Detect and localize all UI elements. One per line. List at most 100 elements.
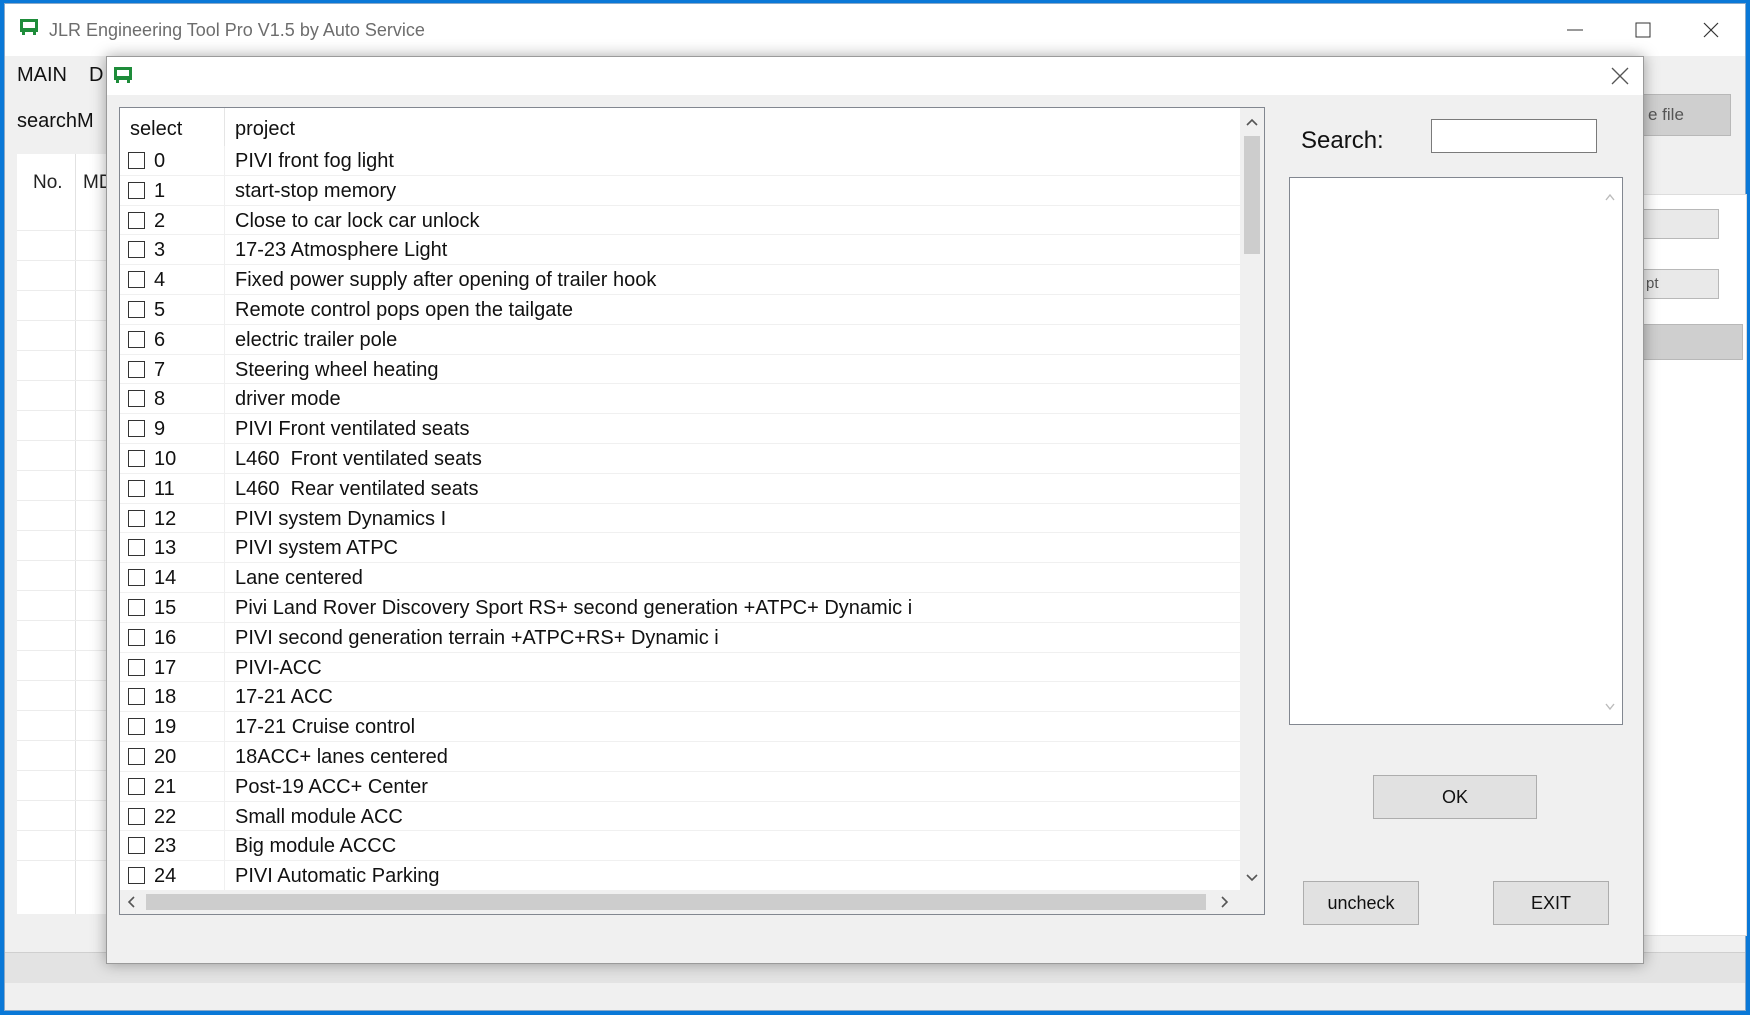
- list-row[interactable]: 12 PIVI system Dynamics I: [120, 503, 1240, 534]
- list-row[interactable]: 7 Steering wheel heating: [120, 354, 1240, 385]
- row-checkbox[interactable]: [128, 300, 145, 318]
- list-row[interactable]: 10 L460 Front ventilated seats: [120, 443, 1240, 474]
- row-checkbox[interactable]: [128, 569, 145, 587]
- column-divider: [224, 108, 225, 146]
- list-row[interactable]: 5 Remote control pops open the tailgate: [120, 294, 1240, 325]
- list-row[interactable]: 22 Small module ACC: [120, 801, 1240, 832]
- row-number: 5: [154, 298, 166, 321]
- list-row[interactable]: 8 driver mode: [120, 384, 1240, 415]
- row-checkbox[interactable]: [128, 420, 145, 438]
- row-checkbox[interactable]: [128, 718, 145, 736]
- row-checkbox[interactable]: [128, 658, 145, 676]
- row-number: 8: [154, 388, 166, 411]
- row-checkbox[interactable]: [128, 837, 145, 855]
- column-header-project[interactable]: project: [235, 118, 295, 141]
- column-divider: [224, 503, 225, 533]
- row-checkbox[interactable]: [128, 271, 145, 289]
- minimize-icon: [1567, 29, 1583, 31]
- row-checkbox[interactable]: [128, 509, 145, 527]
- list-row[interactable]: 17 PIVI-ACC: [120, 652, 1240, 683]
- exit-button[interactable]: EXIT: [1493, 881, 1609, 925]
- list-row[interactable]: 13 PIVI system ATPC: [120, 533, 1240, 564]
- list-row[interactable]: 4 Fixed power supply after opening of tra…: [120, 265, 1240, 295]
- horizontal-scrollbar[interactable]: [120, 890, 1240, 914]
- list-row[interactable]: 23 Big module ACCC: [120, 831, 1240, 862]
- list-row[interactable]: 24 PIVI Automatic Parking: [120, 861, 1240, 891]
- list-row[interactable]: 21 Post-19 ACC+ Center: [120, 771, 1240, 802]
- row-checkbox[interactable]: [128, 449, 145, 467]
- column-header-select[interactable]: select: [130, 118, 182, 141]
- grid-line: [17, 680, 107, 681]
- list-row[interactable]: 18 17-21 ACC: [120, 682, 1240, 713]
- row-number: 23: [154, 835, 177, 858]
- project-list[interactable]: select project 0 PIVI front fog light 1 st…: [119, 107, 1265, 915]
- grid-line: [17, 380, 107, 381]
- list-row[interactable]: 1 start-stop memory: [120, 175, 1240, 206]
- row-checkbox[interactable]: [128, 777, 145, 795]
- background-button[interactable]: [1635, 209, 1719, 239]
- horizontal-scroll-thumb[interactable]: [146, 894, 1206, 910]
- row-checkbox[interactable]: [128, 539, 145, 557]
- row-checkbox[interactable]: [128, 807, 145, 825]
- scroll-left-icon[interactable]: [126, 895, 136, 914]
- row-checkbox[interactable]: [128, 747, 145, 765]
- list-row[interactable]: 20 18ACC+ lanes centered: [120, 741, 1240, 772]
- scroll-up-icon[interactable]: [1245, 114, 1259, 132]
- row-project: PIVI front fog light: [235, 150, 394, 172]
- grid-line: [17, 350, 107, 351]
- row-project: Big module ACCC: [235, 835, 397, 858]
- row-checkbox[interactable]: [128, 241, 145, 259]
- row-checkbox[interactable]: [128, 330, 145, 348]
- grid-line: [17, 320, 107, 321]
- row-number: 18: [154, 686, 177, 709]
- vertical-scroll-thumb[interactable]: [1244, 136, 1260, 254]
- row-checkbox[interactable]: [128, 867, 145, 885]
- list-row[interactable]: 15 Pivi Land Rover Discovery Sport RS+ se…: [120, 592, 1240, 623]
- list-row[interactable]: 14 Lane centered: [120, 563, 1240, 593]
- row-checkbox[interactable]: [128, 390, 145, 408]
- row-checkbox[interactable]: [128, 152, 145, 169]
- scroll-down-icon[interactable]: [1604, 698, 1616, 716]
- ok-button[interactable]: OK: [1373, 775, 1537, 819]
- maximize-button[interactable]: [1609, 4, 1677, 56]
- row-checkbox[interactable]: [128, 688, 145, 706]
- scroll-up-icon[interactable]: [1604, 188, 1616, 206]
- column-divider: [224, 175, 225, 205]
- row-number: 16: [154, 626, 177, 649]
- row-number: 10: [154, 447, 177, 470]
- list-row[interactable]: 9 PIVI Front ventilated seats: [120, 414, 1240, 444]
- list-row[interactable]: 11 L460 Rear ventilated seats: [120, 473, 1240, 504]
- grid-line: [17, 770, 107, 771]
- menu-second[interactable]: D: [89, 64, 103, 87]
- column-divider: [224, 533, 225, 563]
- list-row[interactable]: 3 17-23 Atmosphere Light: [120, 235, 1240, 266]
- background-button-pt[interactable]: pt: [1635, 269, 1719, 299]
- uncheck-button[interactable]: uncheck: [1303, 881, 1419, 925]
- scroll-right-icon[interactable]: [1220, 895, 1230, 914]
- row-number: 0: [154, 150, 166, 172]
- list-row[interactable]: 0 PIVI front fog light: [120, 146, 1240, 176]
- row-checkbox[interactable]: [128, 181, 145, 199]
- row-checkbox[interactable]: [128, 598, 145, 616]
- row-checkbox[interactable]: [128, 360, 145, 378]
- list-row[interactable]: 6 electric trailer pole: [120, 324, 1240, 355]
- dialog-titlebar: [107, 57, 1643, 95]
- dialog-close-button[interactable]: [1597, 57, 1643, 95]
- row-checkbox[interactable]: [128, 479, 145, 497]
- background-file-button[interactable]: e file: [1635, 94, 1731, 136]
- search-results-list[interactable]: [1289, 177, 1623, 725]
- row-checkbox[interactable]: [128, 628, 145, 646]
- row-project: PIVI system ATPC: [235, 537, 398, 560]
- column-divider: [224, 324, 225, 354]
- minimize-button[interactable]: [1541, 4, 1609, 56]
- background-button[interactable]: [1635, 324, 1743, 360]
- list-row[interactable]: 2 Close to car lock car unlock: [120, 205, 1240, 236]
- menu-main[interactable]: MAIN: [17, 64, 67, 87]
- close-button[interactable]: [1677, 4, 1745, 56]
- search-input[interactable]: [1431, 119, 1597, 153]
- vertical-scrollbar[interactable]: [1240, 108, 1264, 890]
- scroll-down-icon[interactable]: [1245, 870, 1259, 888]
- list-row[interactable]: 19 17-21 Cruise control: [120, 712, 1240, 742]
- list-row[interactable]: 16 PIVI second generation terrain +ATPC+R…: [120, 622, 1240, 653]
- row-checkbox[interactable]: [128, 211, 145, 229]
